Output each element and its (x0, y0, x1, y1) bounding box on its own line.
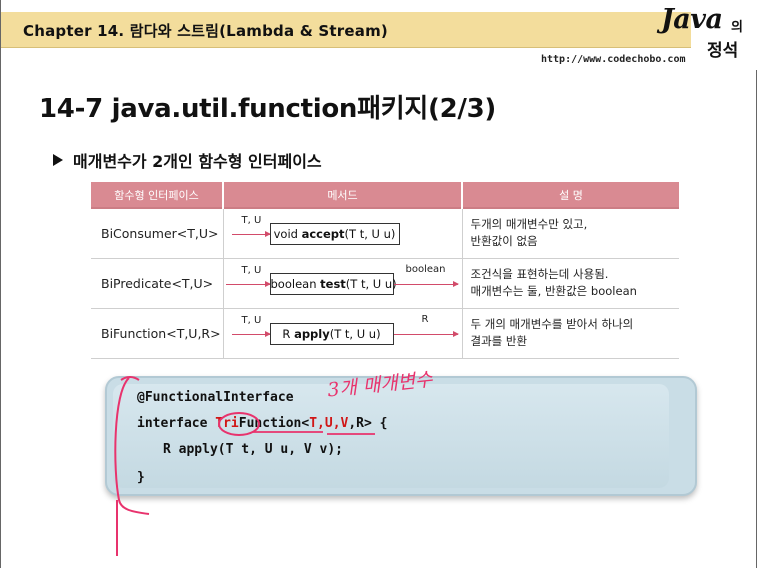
table-header-row: 함수형 인터페이스 메서드 설 명 (91, 182, 679, 208)
method-box: R apply(T t, U u) (269, 322, 394, 345)
description: 두개의 매개변수만 있고, 반환값이 없음 (462, 207, 679, 259)
subheading-text: 매개변수가 2개인 함수형 인터페이스 (73, 152, 322, 171)
input-label: T, U (241, 264, 262, 276)
table-row: BiPredicate<T,U> T, U boolean test(T t, … (91, 257, 679, 309)
description-line: 반환값이 없음 (470, 234, 538, 249)
input-label: T, U (241, 314, 262, 326)
output-label: R (421, 313, 429, 325)
code-line-method: R apply(T t, U u, V v); (163, 442, 344, 457)
description-line: 두 개의 매개변수를 받아서 하나의 (470, 317, 634, 331)
website-url: http://www.codechobo.com (541, 54, 686, 65)
brand-ui: 의 (731, 20, 743, 35)
method-diagram: T, U R apply(T t, U u) R (223, 307, 463, 359)
description: 조건식을 표현하는데 사용됨. 매개변수는 둘, 반환값은 boolean (462, 257, 679, 309)
header-interface: 함수형 인터페이스 (91, 182, 224, 208)
code-type-end: ,R> { (348, 416, 388, 431)
interface-name: BiPredicate<T,U> (91, 257, 224, 309)
code-line-close: } (137, 470, 145, 485)
description-line: 매개변수는 둘, 반환값은 boolean (470, 284, 637, 298)
page-title: 14-7 java.util.function패키지(2/3) (39, 94, 496, 124)
description-line: 두개의 매개변수만 있고, (470, 217, 588, 232)
method-name: accept (301, 227, 345, 241)
output-arrow-icon (393, 330, 459, 337)
code-keyword: interface (137, 416, 216, 431)
brand-java-logo: Java (661, 4, 723, 35)
method-name: apply (294, 326, 330, 341)
interface-name: BiConsumer<T,U> (91, 207, 224, 259)
code-line-interface: interface TriFunction<T,U,V,R> { (137, 416, 388, 431)
method-name: test (320, 276, 346, 291)
interface-table: 함수형 인터페이스 메서드 설 명 BiConsumer<T,U> T, U v… (91, 182, 679, 359)
brand-jeongseok: 정석 (707, 41, 739, 61)
input-arrow-icon (231, 231, 271, 237)
method-box: void accept(T t, U u) (269, 223, 400, 245)
code-type: Function< (238, 416, 310, 431)
method-diagram: T, U boolean test(T t, U u) boolean (223, 257, 463, 309)
output-arrow-icon (393, 280, 459, 287)
method-return: R (282, 326, 295, 341)
slide: Chapter 14. 람다와 스트림(Lambda & Stream) Jav… (0, 0, 757, 568)
table-row: BiFunction<T,U,R> T, U R apply(T t, U u)… (91, 307, 679, 359)
code-highlight-tri: Tri (215, 416, 239, 431)
code-highlight-params: T,U,V (309, 416, 349, 431)
method-params: (T t, U u) (344, 227, 396, 241)
method-return: boolean (270, 276, 321, 291)
table-row: BiConsumer<T,U> T, U void accept(T t, U … (91, 207, 679, 259)
slide-header: Chapter 14. 람다와 스트림(Lambda & Stream) Jav… (1, 0, 757, 70)
chapter-title: Chapter 14. 람다와 스트림(Lambda & Stream) (23, 22, 388, 40)
method-params: (T t, U u) (345, 276, 397, 291)
input-arrow-icon (231, 330, 271, 337)
output-label: boolean (405, 263, 446, 275)
bullet-triangle-icon (53, 154, 63, 166)
header-method: 메서드 (223, 182, 463, 208)
header-description: 설 명 (462, 182, 679, 208)
code-line-annotation: @FunctionalInterface (137, 390, 294, 405)
input-arrow-icon (225, 280, 271, 287)
method-return: void (273, 227, 302, 241)
input-label: T, U (241, 215, 262, 226)
method-params: (T t, U u) (329, 326, 381, 341)
method-box: boolean test(T t, U u) (269, 272, 397, 295)
description-line: 조건식을 표현하는데 사용됨. (470, 267, 609, 281)
subheading: 매개변수가 2개인 함수형 인터페이스 (53, 148, 322, 172)
method-diagram: T, U void accept(T t, U u) (223, 207, 463, 259)
description-line: 결과를 반환 (470, 334, 528, 348)
interface-name: BiFunction<T,U,R> (91, 307, 224, 359)
description: 두 개의 매개변수를 받아서 하나의 결과를 반환 (462, 307, 679, 359)
